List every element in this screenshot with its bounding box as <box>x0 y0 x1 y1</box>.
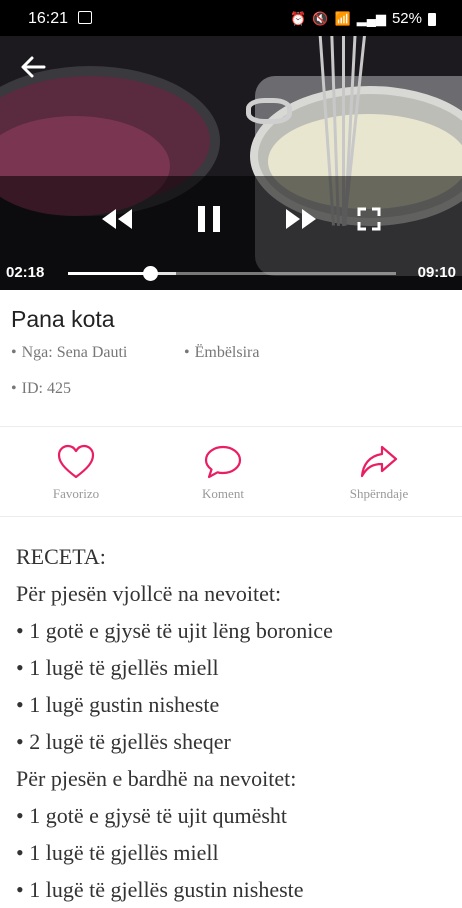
seek-bar[interactable] <box>68 266 396 281</box>
fullscreen-icon <box>357 207 381 231</box>
ingredient-item: • 1 lugë gustin nisheste <box>16 692 220 717</box>
recipe-text: RECETA: Për pjesën vjollcë na nevoitet: … <box>16 538 333 908</box>
comment-icon <box>204 445 242 479</box>
author-meta: • Nga: Sena Dauti <box>11 344 128 361</box>
rewind-icon <box>102 209 132 229</box>
pause-icon <box>198 206 220 232</box>
heart-icon <box>57 444 95 479</box>
share-label: Shpërndaje <box>349 486 409 501</box>
seek-thumb[interactable] <box>143 266 158 281</box>
fullscreen-button[interactable] <box>349 199 389 239</box>
divider <box>0 516 462 517</box>
category-meta[interactable]: • Ëmbëlsira <box>184 344 259 362</box>
status-bar: 16:21 ⏰ 🔇 📶 ▂▄▆ 52% <box>0 0 462 36</box>
rewind-button[interactable] <box>97 199 137 239</box>
recipe-title: Pana kota <box>11 306 115 332</box>
gallery-notification-icon <box>78 11 92 24</box>
comment-button[interactable]: Koment <box>168 444 278 502</box>
video-frame <box>0 36 462 290</box>
battery-icon <box>428 13 436 26</box>
section-heading: Për pjesën e bardhë na nevoitet: <box>16 766 297 791</box>
battery-percent: 52% <box>391 10 422 27</box>
arrow-left-icon <box>21 56 46 78</box>
status-icons: ⏰ 🔇 📶 ▂▄▆ 52% <box>290 10 436 27</box>
wifi-icon: 📶 <box>334 10 351 26</box>
seek-bar-progress <box>68 272 150 275</box>
alarm-icon: ⏰ <box>290 10 307 26</box>
ingredient-item: • 1 lugë të gjellës gustin nisheste <box>16 877 304 902</box>
recipe-heading: RECETA: <box>16 544 106 569</box>
fast-forward-icon <box>286 209 316 229</box>
pause-button[interactable] <box>189 199 229 239</box>
section-heading: Për pjesën vjollcë na nevoitet: <box>16 581 282 606</box>
recipe-id: ID: 425 <box>21 380 71 397</box>
ingredient-item: • 1 gotë e gjysë të ujit lëng boronice <box>16 618 333 643</box>
share-button[interactable]: Shpërndaje <box>324 444 434 502</box>
favorite-label: Favorizo <box>52 486 100 501</box>
ingredient-item: • 1 gotë e gjysë të ujit qumësht <box>16 803 288 828</box>
favorite-button[interactable]: Favorizo <box>21 444 131 502</box>
comment-label: Koment <box>202 486 244 501</box>
divider <box>0 426 462 427</box>
id-meta: • ID: 425 <box>11 380 71 397</box>
share-icon <box>360 445 398 478</box>
current-time: 02:18 <box>6 264 45 281</box>
mute-icon: 🔇 <box>312 10 329 26</box>
signal-icon: ▂▄▆ <box>356 10 386 26</box>
status-time: 16:21 <box>28 10 69 27</box>
fast-forward-button[interactable] <box>281 199 321 239</box>
ingredient-item: • 1 lugë të gjellës miell <box>16 655 219 680</box>
video-player[interactable]: 02:18 09:10 <box>0 36 462 290</box>
ingredient-item: • 1 lugë të gjellës miell <box>16 840 219 865</box>
category-name[interactable]: Ëmbëlsira <box>195 344 260 361</box>
ingredient-item: • 2 lugë të gjellës sheqer <box>16 729 231 754</box>
author-name: Nga: Sena Dauti <box>21 344 128 361</box>
total-time: 09:10 <box>417 264 456 281</box>
back-button[interactable] <box>16 50 50 84</box>
